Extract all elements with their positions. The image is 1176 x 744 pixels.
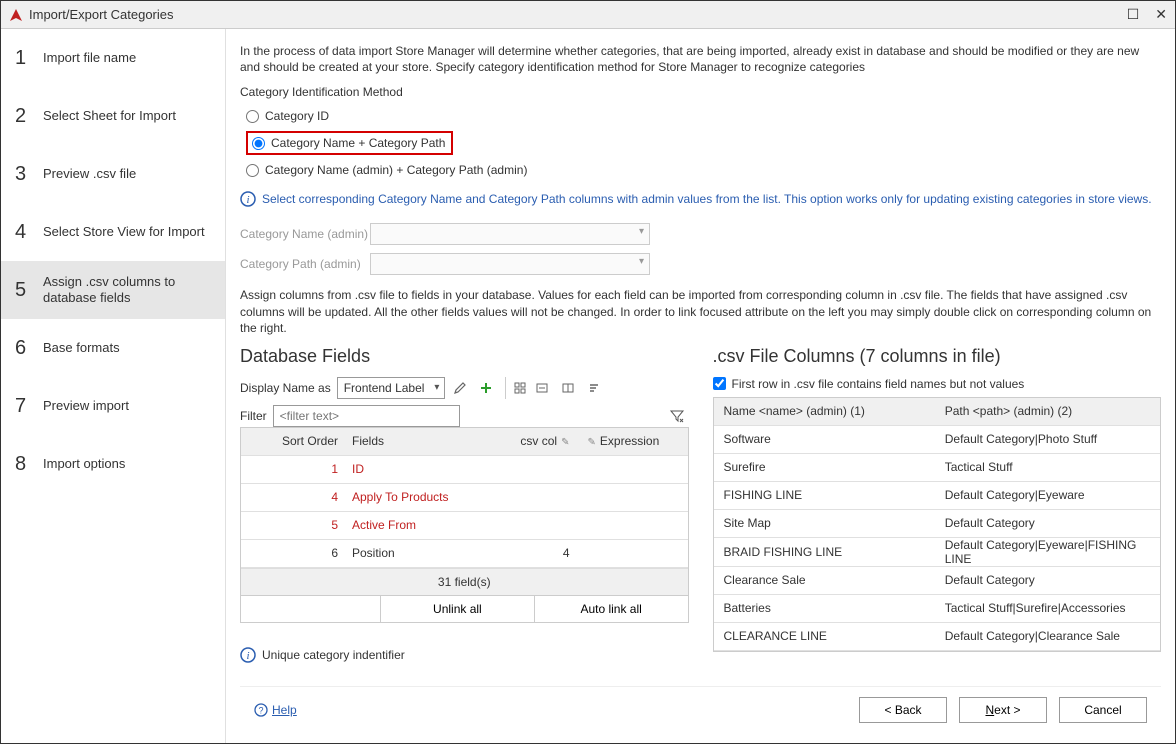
col-expr[interactable]: Expression — [600, 434, 659, 448]
svg-text:?: ? — [258, 706, 263, 716]
table-row[interactable]: SoftwareDefault Category|Photo Stuff — [714, 426, 1161, 454]
step-4[interactable]: 4Select Store View for Import — [1, 203, 225, 261]
csv-col-name[interactable]: Name <name> (admin) (1) — [714, 404, 939, 418]
add-icon[interactable] — [475, 377, 497, 399]
step-6[interactable]: 6Base formats — [1, 319, 225, 377]
step-7[interactable]: 7Preview import — [1, 377, 225, 435]
db-fields-title: Database Fields — [240, 346, 689, 367]
step-1[interactable]: 1Import file name — [1, 29, 225, 87]
svg-text:i: i — [246, 650, 249, 662]
filter-icon[interactable] — [669, 408, 685, 424]
info-icon: i — [240, 191, 256, 207]
close-button[interactable]: ✕ — [1155, 6, 1167, 23]
app-icon — [9, 8, 23, 22]
grid-footer: 31 field(s) — [241, 568, 688, 595]
table-row[interactable]: 4Apply To Products — [241, 484, 688, 512]
titlebar: Import/Export Categories ☐ ✕ — [1, 1, 1175, 29]
unlink-all-button[interactable]: Unlink all — [381, 596, 535, 622]
info-text: Select corresponding Category Name and C… — [262, 192, 1152, 206]
steps-sidebar: 1Import file name2Select Sheet for Impor… — [1, 29, 226, 743]
autolink-all-button[interactable]: Auto link all — [535, 596, 688, 622]
step-2[interactable]: 2Select Sheet for Import — [1, 87, 225, 145]
step-8[interactable]: 8Import options — [1, 435, 225, 493]
toolbar-icon-1[interactable] — [505, 377, 527, 399]
col-csv[interactable]: csv col — [520, 434, 557, 448]
admin-path-combo[interactable] — [370, 253, 650, 275]
help-icon: ? — [254, 703, 268, 717]
identification-label: Category Identification Method — [240, 85, 1161, 99]
filter-input[interactable] — [273, 405, 460, 427]
table-row[interactable]: FISHING LINEDefault Category|Eyeware — [714, 482, 1161, 510]
toolbar-icon-2[interactable] — [531, 377, 553, 399]
filter-label: Filter — [240, 409, 267, 423]
cancel-button[interactable]: Cancel — [1059, 697, 1147, 723]
next-button[interactable]: Next > — [959, 697, 1047, 723]
display-name-label: Display Name as — [240, 381, 331, 395]
maximize-button[interactable]: ☐ — [1127, 6, 1140, 23]
radio-input-name-path[interactable] — [252, 137, 265, 150]
col-fields[interactable]: Fields — [346, 434, 508, 448]
table-row[interactable]: BatteriesTactical Stuff|Surefire|Accesso… — [714, 595, 1161, 623]
radio-name-path[interactable]: Category Name + Category Path — [240, 127, 1161, 159]
table-row[interactable]: Site MapDefault Category — [714, 510, 1161, 538]
admin-path-label: Category Path (admin) — [240, 257, 370, 271]
svg-text:i: i — [246, 194, 249, 206]
unique-info: i Unique category indentifier — [240, 647, 689, 663]
edit-icon[interactable] — [449, 377, 471, 399]
step-5[interactable]: 5Assign .csv columns to database fields — [1, 261, 225, 319]
intro-text: In the process of data import Store Mana… — [240, 43, 1161, 75]
table-row[interactable]: 5Active From — [241, 512, 688, 540]
radio-label-admin: Category Name (admin) + Category Path (a… — [265, 163, 527, 177]
table-row[interactable]: 1ID — [241, 456, 688, 484]
col-sort[interactable]: Sort Order — [276, 434, 346, 448]
csv-col-path[interactable]: Path <path> (admin) (2) — [939, 404, 1160, 418]
admin-name-label: Category Name (admin) — [240, 227, 370, 241]
back-button[interactable]: < Back — [859, 697, 947, 723]
table-row[interactable]: BRAID FISHING LINEDefault Category|Eyewa… — [714, 538, 1161, 567]
table-row[interactable]: Clearance SaleDefault Category — [714, 567, 1161, 595]
help-link[interactable]: ? Help — [254, 703, 297, 717]
info-row: i Select corresponding Category Name and… — [240, 191, 1161, 207]
toolbar-icon-3[interactable] — [557, 377, 579, 399]
first-row-label: First row in .csv file contains field na… — [732, 377, 1025, 391]
radio-label-name-path: Category Name + Category Path — [271, 136, 445, 150]
radio-admin[interactable]: Category Name (admin) + Category Path (a… — [240, 159, 1161, 181]
display-name-select[interactable]: Frontend Label — [337, 377, 446, 399]
info-icon: i — [240, 647, 256, 663]
step-3[interactable]: 3Preview .csv file — [1, 145, 225, 203]
csv-grid[interactable]: Name <name> (admin) (1) Path <path> (adm… — [713, 397, 1162, 652]
assign-text: Assign columns from .csv file to fields … — [240, 287, 1161, 336]
table-row[interactable]: SurefireTactical Stuff — [714, 454, 1161, 482]
window-title: Import/Export Categories — [29, 7, 1127, 22]
radio-category-id[interactable]: Category ID — [240, 105, 1161, 127]
radio-input-id[interactable] — [246, 110, 259, 123]
radio-input-admin[interactable] — [246, 164, 259, 177]
db-fields-grid[interactable]: Sort Order Fields csv col✎ ✎Expression 1… — [240, 427, 689, 596]
table-row[interactable]: 6Position4 — [241, 540, 688, 568]
first-row-checkbox[interactable] — [713, 377, 726, 390]
csv-title: .csv File Columns (7 columns in file) — [713, 346, 1162, 367]
table-row[interactable]: CLEARANCE LINEDefault Category|Clearance… — [714, 623, 1161, 651]
admin-name-combo[interactable] — [370, 223, 650, 245]
radio-label-id: Category ID — [265, 109, 329, 123]
sort-icon[interactable] — [583, 377, 605, 399]
